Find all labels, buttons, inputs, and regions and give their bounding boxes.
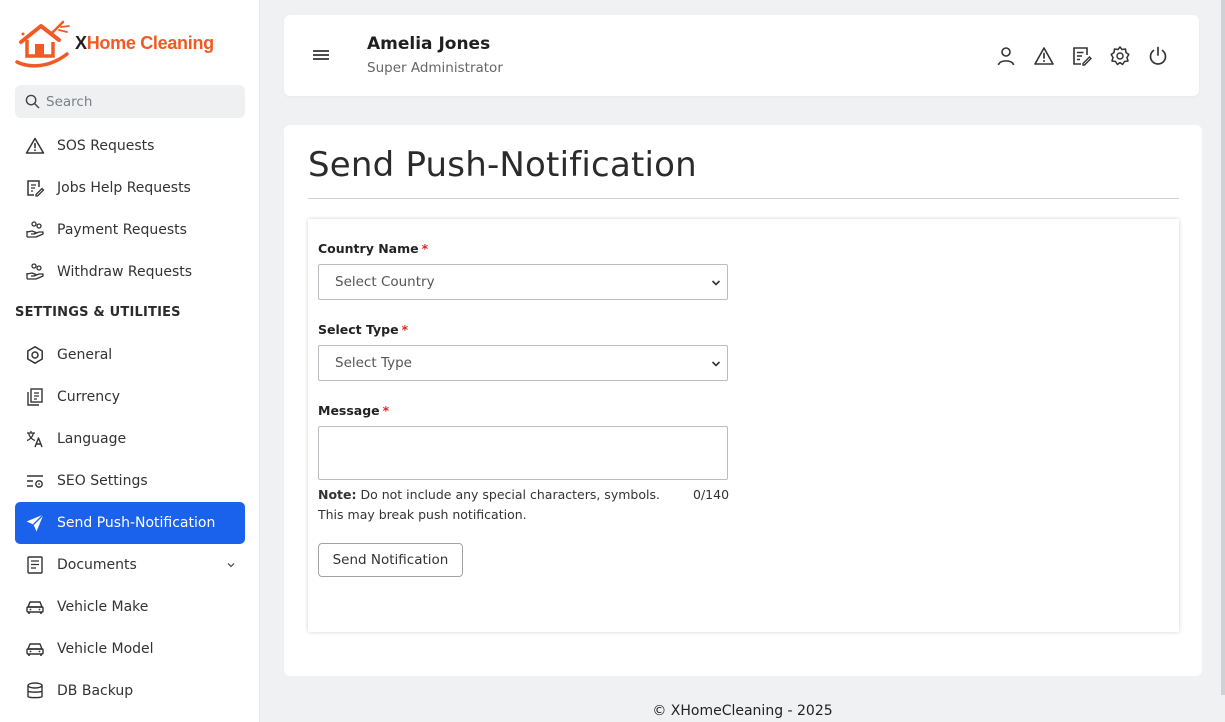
hand-coins-icon [26, 263, 44, 280]
sidebar-section-title: SETTINGS & UTILITIES [15, 305, 181, 320]
sidebar-item-jobs-help-requests[interactable]: Jobs Help Requests [15, 167, 245, 209]
user-name: Amelia Jones [367, 34, 491, 54]
user-icon[interactable] [995, 45, 1017, 67]
send-notification-button[interactable]: Send Notification [318, 543, 463, 577]
sidebar-item-seo-settings[interactable]: SEO Settings [15, 460, 245, 502]
sidebar-item-label: Payment Requests [57, 222, 187, 238]
sidebar-item-label: DB Backup [57, 683, 134, 699]
message-label: Message * [318, 403, 389, 418]
required-mark: * [421, 241, 429, 256]
sidebar-item-label: SEO Settings [57, 473, 148, 489]
sidebar-item-send-push-notification[interactable]: Send Push-Notification [15, 502, 245, 544]
chevron-down-icon [227, 563, 235, 568]
car-icon [26, 601, 44, 614]
message-note: Note: Do not include any special charact… [318, 485, 678, 525]
type-label: Select Type * [318, 322, 408, 337]
user-role: Super Administrator [367, 60, 503, 76]
note-label: Note: [318, 487, 357, 502]
sidebar-item-label: Withdraw Requests [57, 264, 193, 280]
sidebar-item-label: Vehicle Model [57, 641, 154, 657]
required-mark: * [401, 322, 409, 337]
country-label: Country Name * [318, 241, 428, 256]
sidebar-item-label: Language [57, 431, 127, 447]
sidebar-item-language[interactable]: Language [15, 418, 245, 460]
sidebar-item-currency[interactable]: Currency [15, 376, 245, 418]
hand-coins-icon [26, 221, 44, 238]
sidebar-item-label: Documents [57, 557, 137, 573]
sidebar-item-label: Jobs Help Requests [57, 180, 191, 196]
sidebar-item-withdraw-requests[interactable]: Withdraw Requests [15, 251, 245, 293]
type-select[interactable]: Select Type [318, 345, 728, 381]
translate-icon [26, 431, 43, 448]
sidebar-item-label: SOS Requests [57, 138, 155, 154]
message-textarea[interactable] [318, 426, 728, 480]
car-icon [26, 643, 44, 656]
sidebar-item-vehicle-model[interactable]: Vehicle Model [15, 628, 245, 670]
page-scrollbar[interactable] [1221, 0, 1225, 695]
push-notification-form: Country Name * Select Country Select Type… [308, 219, 1179, 632]
sidebar-item-general[interactable]: General [15, 334, 245, 376]
title-divider [308, 198, 1179, 199]
search-input[interactable] [46, 93, 236, 110]
sidebar-item-label: Send Push-Notification [57, 515, 216, 531]
warning-triangle-icon [25, 137, 45, 154]
sidebar-item-sos-requests[interactable]: SOS Requests [15, 125, 245, 167]
brand-name-rest: Home Cleaning [86, 32, 214, 53]
sidebar-item-vehicle-make[interactable]: Vehicle Make [15, 586, 245, 628]
chevron-down-icon [711, 280, 721, 286]
country-select-value: Select Country [335, 274, 435, 290]
character-counter: 0/140 [693, 487, 730, 502]
footer-copyright: © XHomeCleaning - 2025 [652, 703, 833, 719]
note-text: Do not include any special characters, s… [318, 487, 660, 522]
page-title: Send Push-Notification [308, 145, 697, 185]
sidebar: XHome Cleaning SOS Requests Jobs Help Re… [0, 0, 260, 722]
sidebar-item-label: General [57, 347, 113, 363]
search-icon [25, 94, 40, 109]
currency-notes-icon [27, 388, 43, 406]
type-label-text: Select Type [318, 322, 399, 337]
paper-plane-icon [26, 514, 44, 532]
message-label-text: Message [318, 403, 380, 418]
sidebar-search[interactable] [15, 85, 245, 118]
type-select-value: Select Type [335, 355, 412, 371]
seo-settings-icon [27, 475, 43, 488]
sidebar-item-label: Currency [57, 389, 121, 405]
country-select[interactable]: Select Country [318, 264, 728, 300]
house-broom-logo-icon [15, 20, 70, 68]
sidebar-item-documents[interactable]: Documents [15, 544, 245, 586]
main-card: Send Push-Notification Country Name * Sel… [284, 125, 1202, 676]
sidebar-item-label: Vehicle Make [57, 599, 149, 615]
edit-document-icon[interactable] [1071, 45, 1093, 67]
database-icon [27, 682, 43, 699]
brand-logo[interactable]: XHome Cleaning [15, 18, 214, 68]
settings-gear-icon[interactable] [1109, 45, 1131, 67]
chevron-down-icon [711, 361, 721, 367]
hamburger-menu-icon[interactable] [311, 47, 331, 63]
country-label-text: Country Name [318, 241, 419, 256]
warning-triangle-icon[interactable] [1033, 45, 1055, 67]
top-header: Amelia Jones Super Administrator [284, 15, 1199, 96]
hexagon-gear-icon [27, 346, 43, 364]
required-mark: * [382, 403, 390, 418]
document-list-icon [27, 556, 43, 574]
power-icon[interactable] [1147, 45, 1169, 67]
edit-document-icon [27, 180, 45, 197]
brand-name-x: X [75, 32, 87, 53]
sidebar-item-payment-requests[interactable]: Payment Requests [15, 209, 245, 251]
brand-name: XHome Cleaning [75, 33, 214, 54]
